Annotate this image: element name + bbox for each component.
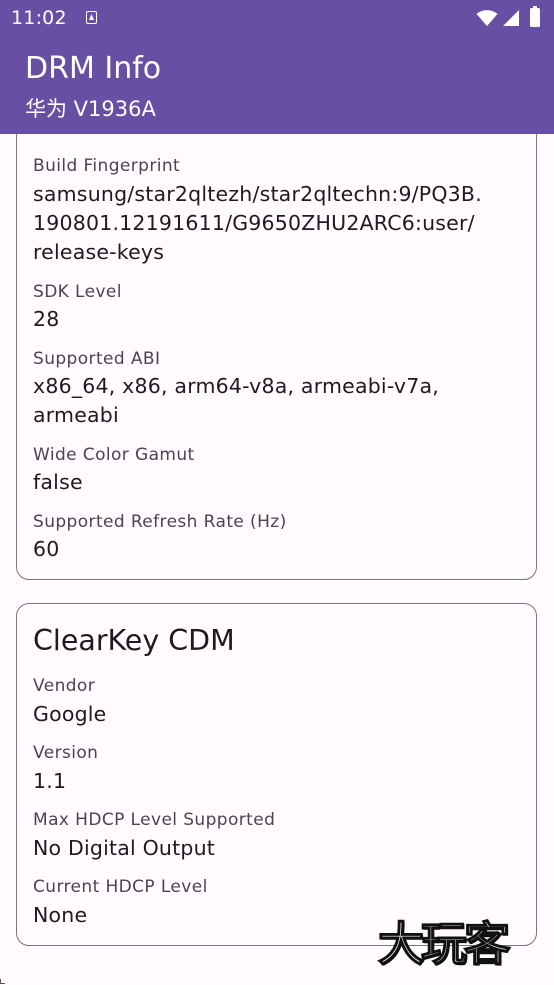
max-hdcp-value: No Digital Output: [33, 836, 216, 860]
wide-color-gamut-value: false: [33, 470, 83, 494]
version-value: 1.1: [33, 769, 67, 793]
app-bar: 11:02 DRM Info 华为 V1936A: [0, 0, 554, 134]
app-title: DRM Info: [25, 51, 162, 86]
version-label: Version: [33, 743, 99, 763]
vendor-label: Vendor: [33, 676, 96, 696]
build-fingerprint-label: Build Fingerprint: [33, 156, 181, 176]
max-hdcp-label: Max HDCP Level Supported: [33, 810, 276, 830]
status-time: 11:02: [11, 7, 67, 29]
supported-abi-label: Supported ABI: [33, 349, 161, 369]
sdk-level-label: SDK Level: [33, 282, 122, 302]
refresh-rate-label: Supported Refresh Rate (Hz): [33, 512, 287, 532]
refresh-rate-value: 60: [33, 537, 60, 561]
sdk-level-value: 28: [33, 307, 60, 331]
clearkey-card-title: ClearKey CDM: [33, 624, 235, 657]
drm-info-screen: Build Fingerprint samsung/star2qltezh/st…: [0, 0, 554, 985]
vendor-value: Google: [33, 702, 107, 726]
wifi-icon: [476, 10, 498, 26]
app-notification-icon: [86, 11, 97, 24]
corner-mark: [0, 979, 5, 984]
current-hdcp-label: Current HDCP Level: [33, 877, 208, 897]
device-subtitle: 华为 V1936A: [25, 97, 156, 121]
supported-abi-value: x86_64, x86, arm64-v8a, armeabi-v7a, arm…: [33, 374, 439, 427]
build-fingerprint-value: samsung/star2qltezh/star2qltechn:9/PQ3B.…: [33, 182, 482, 264]
battery-icon: [530, 6, 540, 27]
wide-color-gamut-label: Wide Color Gamut: [33, 445, 195, 465]
watermark-logo: 大玩客: [377, 916, 511, 972]
signal-icon: [503, 10, 519, 26]
